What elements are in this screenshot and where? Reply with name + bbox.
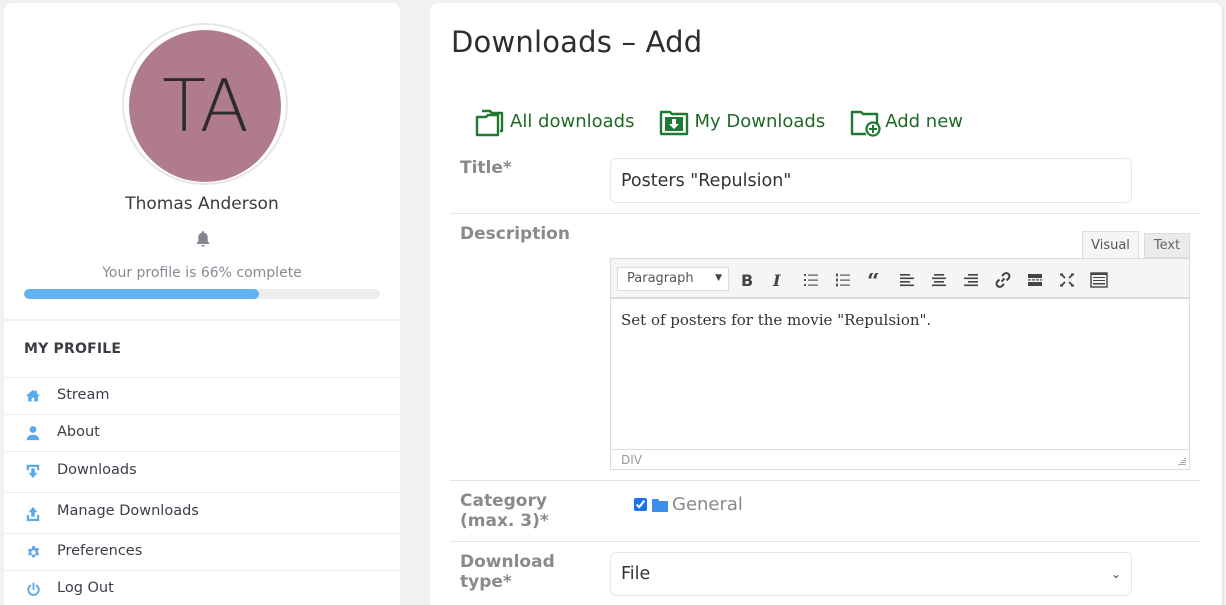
fullscreen-button[interactable] bbox=[1055, 268, 1079, 292]
title-row: Title* bbox=[450, 148, 1200, 214]
description-editor: Paragraph ▼ B I “ Set of posters for the… bbox=[610, 258, 1190, 470]
my-downloads-link[interactable]: My Downloads bbox=[658, 105, 825, 137]
caret-down-icon: ▼ bbox=[715, 273, 722, 283]
download-type-label-line2: type* bbox=[460, 572, 512, 592]
profile-progress-bar bbox=[24, 289, 380, 299]
keyboard-icon bbox=[1090, 272, 1108, 288]
folder-download-icon bbox=[660, 110, 689, 136]
numbered-list-button[interactable] bbox=[831, 268, 855, 292]
editor-statusbar: DIV bbox=[611, 449, 1189, 469]
chevron-down-icon: ⌄ bbox=[1110, 567, 1121, 581]
sidebar-item-manage-downloads[interactable]: Manage Downloads bbox=[4, 492, 400, 533]
sidebar-item-stream[interactable]: Stream bbox=[4, 377, 400, 414]
profile-completion-text: Your profile is 66% complete bbox=[102, 265, 302, 281]
user-name[interactable]: Thomas Anderson bbox=[4, 194, 400, 214]
category-option-general[interactable]: General bbox=[634, 494, 743, 515]
link-icon bbox=[995, 272, 1011, 288]
align-center-icon bbox=[932, 274, 946, 287]
sidebar-item-downloads[interactable]: Downloads bbox=[4, 451, 400, 492]
blockquote-icon: “ bbox=[867, 273, 880, 287]
main-panel: Downloads – Add All downloads My Downloa… bbox=[430, 3, 1224, 605]
format-select-value: Paragraph bbox=[627, 271, 694, 286]
add-new-link[interactable]: Add new bbox=[849, 105, 963, 137]
download-type-label: Download type* bbox=[460, 552, 555, 592]
sidebar-item-log-out[interactable]: Log Out bbox=[4, 570, 400, 605]
svg-text:“: “ bbox=[867, 273, 880, 287]
nav-link-label: Add new bbox=[885, 110, 963, 132]
upload-icon bbox=[24, 505, 42, 523]
sidebar-item-label: Downloads bbox=[57, 462, 137, 478]
download-type-row: Download type* File ⌄ bbox=[450, 542, 1200, 605]
sidebar-item-preferences[interactable]: Preferences bbox=[4, 533, 400, 570]
user-icon bbox=[24, 424, 42, 442]
nav-link-label: My Downloads bbox=[694, 110, 826, 132]
format-select[interactable]: Paragraph ▼ bbox=[617, 267, 729, 291]
sidebar-item-about[interactable]: About bbox=[4, 414, 400, 451]
menu-heading: MY PROFILE bbox=[24, 341, 122, 357]
align-center-button[interactable] bbox=[927, 268, 951, 292]
tab-text[interactable]: Text bbox=[1144, 233, 1190, 258]
bell-icon[interactable] bbox=[193, 229, 213, 249]
sidebar-item-label: Stream bbox=[57, 387, 110, 403]
align-left-icon bbox=[900, 274, 914, 287]
link-button[interactable] bbox=[991, 268, 1015, 292]
folders-icon bbox=[475, 109, 504, 137]
bullet-list-button[interactable] bbox=[799, 268, 823, 292]
align-left-button[interactable] bbox=[895, 268, 919, 292]
profile-menu: MY PROFILE Stream About Downloads Manage… bbox=[4, 321, 400, 605]
resize-handle-icon[interactable] bbox=[1177, 457, 1187, 467]
sidebar-item-label: Preferences bbox=[57, 543, 143, 559]
page-title: Downloads – Add bbox=[451, 25, 703, 59]
category-option-label: General bbox=[672, 494, 743, 515]
tab-visual[interactable]: Visual bbox=[1082, 231, 1139, 258]
sidebar-item-label: About bbox=[57, 424, 100, 440]
title-label: Title* bbox=[460, 158, 512, 178]
download-icon bbox=[24, 462, 42, 480]
align-right-button[interactable] bbox=[959, 268, 983, 292]
gear-icon bbox=[24, 543, 42, 561]
category-label-line2: (max. 3)* bbox=[460, 511, 549, 531]
folder-icon bbox=[652, 498, 668, 512]
blockquote-button[interactable]: “ bbox=[863, 268, 887, 292]
bold-button[interactable]: B bbox=[735, 268, 759, 292]
svg-text:B: B bbox=[741, 272, 753, 288]
all-downloads-link[interactable]: All downloads bbox=[474, 105, 634, 137]
align-right-icon bbox=[964, 274, 978, 287]
download-type-value: File bbox=[621, 564, 651, 584]
bullet-list-icon bbox=[804, 274, 818, 286]
download-type-label-line1: Download bbox=[460, 552, 555, 572]
italic-button[interactable]: I bbox=[767, 268, 791, 292]
svg-text:I: I bbox=[772, 272, 781, 288]
toolbar-toggle-button[interactable] bbox=[1087, 268, 1111, 292]
home-icon bbox=[24, 387, 42, 405]
element-path[interactable]: DIV bbox=[621, 453, 642, 467]
profile-progress-fill bbox=[24, 289, 259, 299]
download-type-select[interactable]: File ⌄ bbox=[610, 552, 1132, 596]
bold-icon: B bbox=[741, 272, 753, 288]
description-content[interactable]: Set of posters for the movie "Repulsion"… bbox=[621, 311, 931, 329]
category-label: Category (max. 3)* bbox=[460, 491, 549, 531]
numbered-list-icon bbox=[836, 273, 850, 287]
nav-link-label: All downloads bbox=[510, 110, 635, 132]
fullscreen-icon bbox=[1060, 273, 1074, 287]
sidebar-item-label: Log Out bbox=[57, 580, 114, 596]
profile-card: TA Thomas Anderson Your profile is 66% c… bbox=[4, 3, 400, 319]
power-icon bbox=[24, 580, 42, 598]
italic-icon: I bbox=[772, 272, 781, 288]
description-label: Description bbox=[460, 224, 570, 244]
sidebar-item-label: Manage Downloads bbox=[57, 503, 199, 519]
category-checkbox[interactable] bbox=[634, 498, 647, 511]
read-more-icon bbox=[1028, 274, 1042, 286]
category-label-line1: Category bbox=[460, 491, 547, 511]
folder-add-icon bbox=[851, 110, 881, 137]
avatar[interactable]: TA bbox=[129, 30, 281, 182]
category-row: Category (max. 3)* bbox=[450, 481, 1200, 542]
editor-toolbar: Paragraph ▼ B I “ bbox=[611, 259, 1189, 299]
title-input[interactable] bbox=[610, 158, 1132, 203]
downloads-nav: All downloads My Downloads Add new bbox=[474, 105, 987, 137]
read-more-button[interactable] bbox=[1023, 268, 1047, 292]
